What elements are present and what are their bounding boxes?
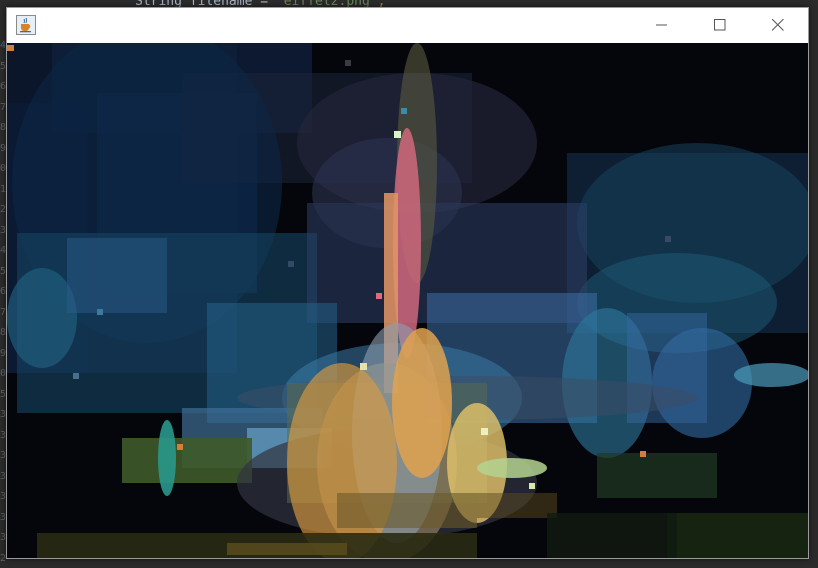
java-app-window xyxy=(6,7,809,559)
minimize-icon xyxy=(656,24,667,25)
maximize-button[interactable] xyxy=(697,8,743,41)
minimize-button[interactable] xyxy=(639,8,685,41)
close-button[interactable] xyxy=(755,8,801,41)
java-coffee-cup-icon[interactable] xyxy=(16,15,36,35)
close-icon xyxy=(772,18,784,31)
window-title-bar[interactable] xyxy=(7,8,808,43)
image-canvas[interactable] xyxy=(7,43,808,558)
evolved-art-drawing xyxy=(7,43,808,558)
maximize-icon xyxy=(714,18,726,30)
